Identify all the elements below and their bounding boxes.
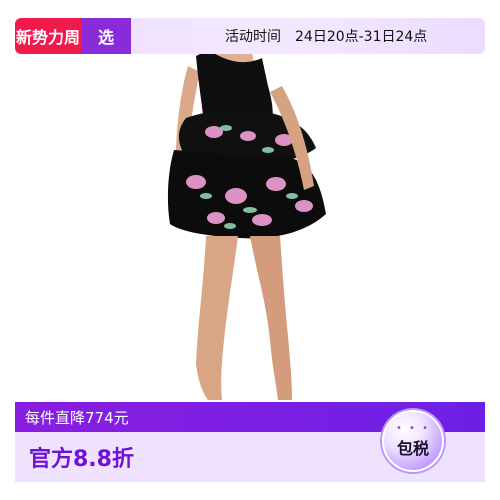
pick-badge: 选 [81, 18, 131, 54]
promo-banner: 新势力周 选 活动时间 24日20点-31日24点 [15, 18, 485, 54]
event-range: 24日20点-31日24点 [295, 29, 428, 45]
discount-text: 官方8.8折 [29, 447, 134, 472]
event-time: 活动时间 24日20点-31日24点 [225, 18, 427, 54]
new-season-badge: 新势力周 [15, 18, 81, 54]
tax-included-label: 包税 [396, 438, 429, 458]
tax-included-badge: • • • 包税 [382, 410, 444, 472]
event-label: 活动时间 [225, 29, 281, 45]
price-cut-text: 每件直降774元 [25, 408, 129, 427]
badge-dots: • • • [395, 422, 431, 434]
